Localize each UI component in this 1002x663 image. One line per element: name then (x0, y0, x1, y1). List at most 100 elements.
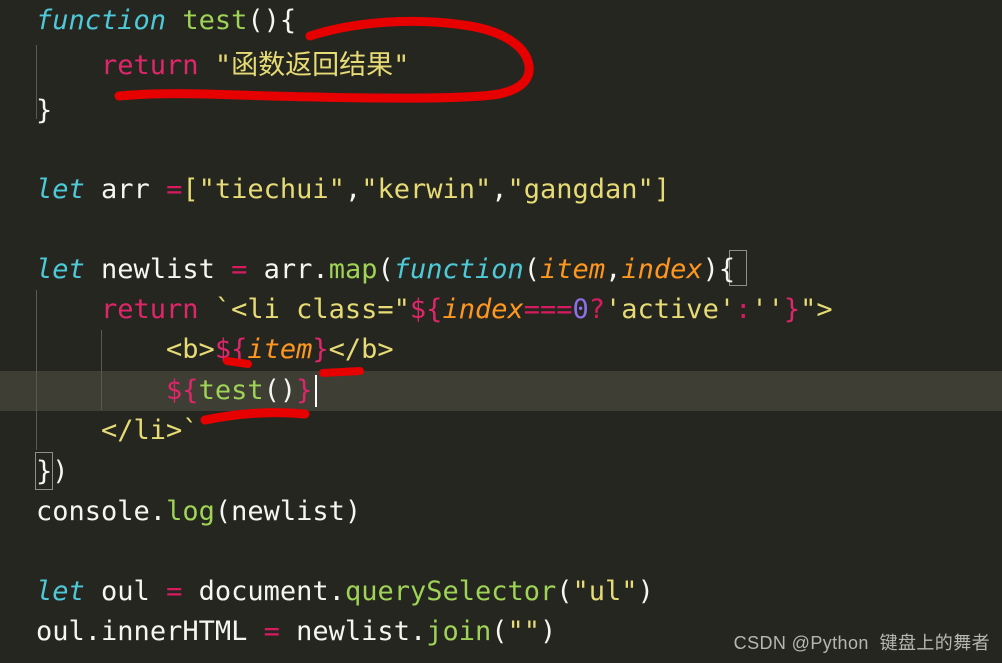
text-caret (315, 375, 317, 407)
token-punct-paren-close-brace: ){ (702, 254, 736, 285)
token-punct-paren-open: ( (556, 576, 573, 607)
token-keyword-let: let (36, 174, 85, 205)
code-line-2[interactable]: return "函数返回结果" (0, 46, 1002, 86)
token-identifier-newlist: newlist (296, 616, 410, 647)
token-identifier-arr: arr (263, 254, 313, 285)
token-identifier-oul: oul (36, 616, 85, 647)
token-punct-brace-paren-close: }) (36, 456, 69, 487)
token-string-empty-double: "" (507, 616, 541, 647)
token-method-map: map (328, 254, 378, 285)
token-property-innerhtml: innerHTML (101, 616, 248, 647)
token-method-join: join (426, 616, 492, 647)
token-operator-ternary-question: ? (588, 294, 606, 325)
token-keyword-let: let (36, 576, 85, 607)
code-line-8[interactable]: return `<li class="${index===0?'active':… (0, 290, 1002, 330)
token-template-close: } (296, 375, 313, 406)
token-tag-close-quote: "> (800, 294, 833, 325)
token-punct-comma: , (344, 174, 362, 205)
token-punct-bracket-close: ] (653, 174, 671, 205)
code-line-7[interactable]: let newlist = arr.map(function(item,inde… (0, 250, 1002, 290)
token-tag-li-close-backtick: </li>` (101, 415, 199, 446)
code-line-10[interactable]: ${test()} (0, 371, 1002, 411)
token-method-log: log (166, 496, 215, 527)
token-punct-comma: , (605, 254, 622, 285)
token-operator-ternary-colon: : (735, 294, 752, 325)
token-punct-parens: () (263, 375, 297, 406)
token-template-backtick: `<li class=" (214, 294, 410, 325)
code-line-1[interactable]: function test(){ (0, 1, 1002, 41)
token-punct-dot: . (149, 496, 167, 527)
token-identifier-newlist: newlist (101, 254, 215, 285)
token-template-close: } (783, 294, 801, 325)
token-punct-paren-close: ) (540, 616, 557, 647)
token-punct-paren-brace: (){ (247, 5, 297, 36)
code-line-15[interactable]: let oul = document.querySelector("ul") (0, 572, 1002, 612)
code-line-9[interactable]: <b>${item}</b> (0, 330, 1002, 370)
token-punct-paren-open: ( (214, 496, 232, 527)
code-line-12[interactable]: }) (0, 452, 1002, 492)
token-string-kerwin: "kerwin" (361, 174, 492, 205)
token-punct-dot: . (409, 616, 427, 647)
token-operator-assign: = (166, 576, 183, 607)
token-punct-paren-open: ( (491, 616, 508, 647)
token-template-open: ${ (214, 334, 248, 365)
token-string-chinese-return: "函数返回结果" (214, 50, 410, 81)
token-punct-paren-close: ) (637, 576, 654, 607)
token-punct-paren-close: ) (344, 496, 362, 527)
token-keyword-return: return (101, 50, 199, 81)
token-method-queryselector: querySelector (344, 576, 557, 607)
code-line-11[interactable]: </li>` (0, 411, 1002, 451)
code-editor[interactable]: function test(){ return "函数返回结果" } let a… (0, 0, 1002, 663)
token-punct-dot: . (84, 616, 102, 647)
code-content[interactable]: function test(){ return "函数返回结果" } let a… (0, 0, 1002, 663)
token-param-item: item (540, 254, 606, 285)
token-template-open: ${ (166, 375, 199, 406)
code-line-4[interactable] (0, 131, 1002, 171)
token-string-active: 'active' (605, 294, 736, 325)
token-template-open: ${ (409, 294, 443, 325)
token-punct-dot: . (312, 254, 329, 285)
code-line-5[interactable]: let arr =["tiechui","kerwin","gangdan"] (0, 170, 1002, 210)
token-number-zero: 0 (572, 294, 589, 325)
token-string-empty-single: '' (751, 294, 784, 325)
token-keyword-let: let (36, 254, 85, 285)
token-param-index: index (442, 294, 524, 325)
token-call-test: test (198, 375, 264, 406)
token-identifier-console: console (36, 496, 150, 527)
code-line-3[interactable]: } (0, 91, 1002, 131)
token-operator-assign: = (263, 616, 280, 647)
token-param-item: item (247, 334, 313, 365)
token-identifier-newlist: newlist (231, 496, 345, 527)
token-punct-dot: . (328, 576, 345, 607)
token-tag-b-open: <b> (166, 334, 215, 365)
token-param-index: index (621, 254, 703, 285)
token-punct-comma: , (491, 174, 508, 205)
token-identifier-oul: oul (101, 576, 150, 607)
token-operator-assign: = (166, 174, 183, 205)
code-line-14[interactable] (0, 532, 1002, 572)
watermark-text: CSDN @Python 键盘上的舞者 (733, 633, 990, 653)
token-identifier-arr: arr (101, 174, 150, 205)
code-line-13[interactable]: console.log(newlist) (0, 492, 1002, 532)
token-keyword-return: return (101, 294, 199, 325)
token-string-gangdan: "gangdan" (507, 174, 654, 205)
token-string-tiechui: "tiechui" (198, 174, 345, 205)
token-identifier-document: document (198, 576, 329, 607)
code-line-6[interactable] (0, 210, 1002, 250)
token-punct-paren-open: ( (523, 254, 541, 285)
token-function-name-test: test (182, 5, 248, 36)
